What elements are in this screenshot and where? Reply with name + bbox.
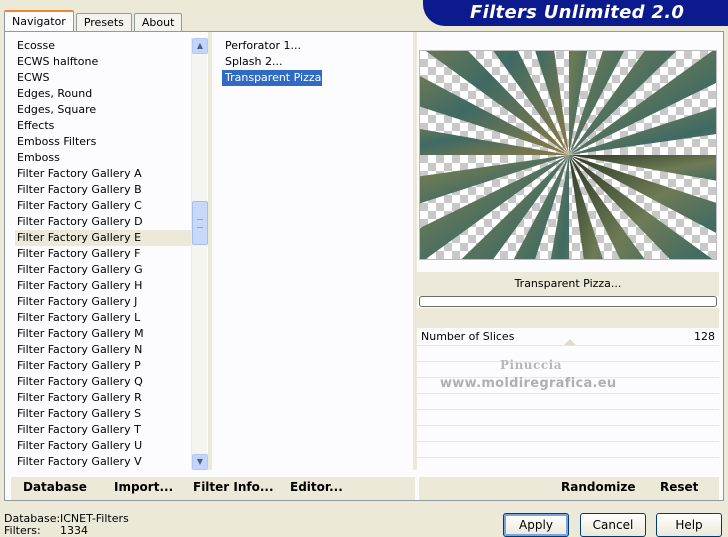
right-action-bar: Randomize Reset [419,477,719,500]
reset-button[interactable]: Reset [660,480,698,494]
category-item[interactable]: Filter Factory Gallery A [15,166,193,182]
category-item[interactable]: Filter Factory Gallery E [15,230,193,246]
tab-navigator[interactable]: Navigator [4,10,74,32]
category-item[interactable]: Filter Factory Gallery M [15,326,193,342]
filter-list[interactable]: Perforator 1... Splash 2... Transparent Pi… [222,38,412,86]
category-item[interactable]: Emboss Filters [15,134,193,150]
category-item[interactable]: Edges, Round [15,86,193,102]
category-item[interactable]: Filter Factory Gallery Q [15,374,193,390]
scroll-thumb[interactable] [192,201,208,245]
category-item[interactable]: Filter Factory Gallery V [15,454,193,470]
randomize-button[interactable]: Randomize [561,480,635,494]
param-row-slices[interactable]: Number of Slices 128 [417,328,719,346]
category-item[interactable]: ECWS halftone [15,54,193,70]
category-scrollbar[interactable]: ▲ ▼ [191,38,208,470]
spacer [417,308,719,328]
category-item[interactable]: ECWS [15,70,193,86]
divider [208,32,212,470]
tab-about[interactable]: About [133,13,183,32]
filters-count-label: Filters: [4,524,41,537]
param-row-empty [417,394,719,410]
preview-image [419,50,717,260]
cancel-button[interactable]: Cancel [580,513,646,537]
filter-item[interactable]: Perforator 1... [222,38,322,54]
filters-count-value: 1334 [60,524,88,537]
import-button[interactable]: Import... [114,480,173,494]
param-row-empty [417,410,719,426]
filter-item[interactable]: Transparent Pizza... [222,70,332,86]
progress-bar [419,296,717,307]
filter-item[interactable]: Splash 2... [222,54,322,70]
tab-strip: Navigator Presets About [4,10,184,32]
preview-filter-name: Transparent Pizza... [417,272,719,296]
tab-presets[interactable]: Presets [75,13,132,32]
category-item[interactable]: Ecosse [15,38,193,54]
status-info: Database:ICNET-Filters Filters: 1334 [4,513,129,537]
filter-info-button[interactable]: Filter Info... [193,480,274,494]
param-row-empty [417,442,719,458]
watermark-url: www.moldiregrafica.eu [440,376,617,391]
brand-title: Filters Unlimited 2.0 [470,2,685,23]
left-action-bar: Database Import... Filter Info... Editor… [11,477,415,500]
param-value: 128 [694,330,715,343]
category-item[interactable]: Effects [15,118,193,134]
category-item[interactable]: Filter Factory Gallery C [15,198,193,214]
category-item[interactable]: Filter Factory Gallery B [15,182,193,198]
category-item[interactable]: Filter Factory Gallery R [15,390,193,406]
category-item[interactable]: Filter Factory Gallery G [15,262,193,278]
category-list[interactable]: Ecosse ECWS halftone ECWS Edges, Round Edges… [15,38,193,470]
param-row-empty [417,426,719,442]
slider-marker-icon[interactable] [564,339,576,345]
category-item[interactable]: Filter Factory Gallery T [15,422,193,438]
param-row-empty [417,346,719,362]
watermark-text: Pinuccia [500,358,562,372]
param-label: Number of Slices [421,330,515,343]
scroll-down-icon[interactable]: ▼ [192,454,208,470]
editor-button[interactable]: Editor... [290,480,343,494]
category-item[interactable]: Filter Factory Gallery N [15,342,193,358]
category-item[interactable]: Filter Factory Gallery P [15,358,193,374]
category-item[interactable]: Filter Factory Gallery F [15,246,193,262]
category-item[interactable]: Filter Factory Gallery L [15,310,193,326]
category-item[interactable]: Filter Factory Gallery D [15,214,193,230]
category-item[interactable]: Emboss [15,150,193,166]
category-item[interactable]: Filter Factory Gallery J [15,294,193,310]
category-item[interactable]: Filter Factory Gallery S [15,406,193,422]
apply-button[interactable]: Apply [503,513,569,537]
help-button[interactable]: Help [656,513,722,537]
pizza-preview-graphic [420,51,716,259]
main-panel: Ecosse ECWS halftone ECWS Edges, Round Edges… [4,31,724,501]
category-item[interactable]: Filter Factory Gallery U [15,438,193,454]
scroll-up-icon[interactable]: ▲ [192,38,208,54]
category-item[interactable]: Edges, Square [15,102,193,118]
database-button[interactable]: Database [23,480,87,494]
category-item[interactable]: Filter Factory Gallery H [15,278,193,294]
parameter-area: Number of Slices 128 [417,328,719,470]
